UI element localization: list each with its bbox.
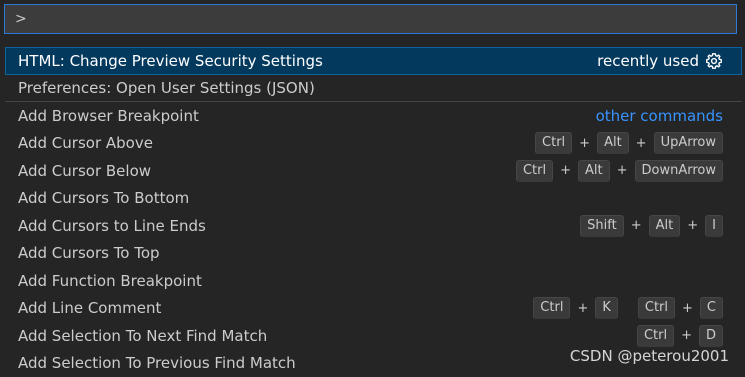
gear-icon[interactable] <box>705 52 723 70</box>
key-ctrl: Ctrl <box>535 132 572 154</box>
command-item-add-cursor-above[interactable]: Add Cursor Above Ctrl + Alt + UpArrow <box>5 130 742 158</box>
command-item-add-selection-next-find-match[interactable]: Add Selection To Next Find Match Ctrl + … <box>5 322 742 350</box>
key-alt: Alt <box>578 160 610 182</box>
key-ctrl: Ctrl <box>533 297 570 319</box>
key-ctrl: Ctrl <box>638 297 675 319</box>
key-i: I <box>705 215 723 237</box>
keybinding: Ctrl + Alt + UpArrow <box>535 132 729 154</box>
key-uparrow: UpArrow <box>654 132 723 154</box>
command-label: Add Selection To Next Find Match <box>18 327 267 345</box>
recently-used-label: recently used <box>597 52 699 70</box>
key-downarrow: DownArrow <box>635 160 724 182</box>
command-label: Add Cursor Above <box>18 134 153 152</box>
other-commands-label: other commands <box>596 107 723 125</box>
keybinding: Shift + Alt + I <box>580 215 729 237</box>
command-item-add-line-comment[interactable]: Add Line Comment Ctrl + K Ctrl + C <box>5 295 742 323</box>
key-d: D <box>699 325 723 347</box>
key-k: K <box>595 297 618 319</box>
command-item-add-cursor-below[interactable]: Add Cursor Below Ctrl + Alt + DownArrow <box>5 157 742 185</box>
command-label: Add Browser Breakpoint <box>18 107 199 125</box>
key-ctrl: Ctrl <box>637 325 674 347</box>
command-label: Add Cursors To Top <box>18 244 160 262</box>
command-item-add-cursors-to-line-ends[interactable]: Add Cursors to Line Ends Shift + Alt + I <box>5 212 742 240</box>
command-item-add-cursors-to-bottom[interactable]: Add Cursors To Bottom <box>5 185 742 213</box>
key-alt: Alt <box>597 132 629 154</box>
command-item-open-user-settings-json[interactable]: Preferences: Open User Settings (JSON) <box>5 75 742 103</box>
command-label: Add Cursors To Bottom <box>18 189 189 207</box>
command-palette: HTML: Change Preview Security Settings r… <box>0 0 745 373</box>
command-label: Preferences: Open User Settings (JSON) <box>18 79 315 97</box>
command-input[interactable] <box>5 5 736 33</box>
watermark: CSDN @peterou2001 <box>570 347 729 365</box>
command-label: HTML: Change Preview Security Settings <box>18 52 323 70</box>
keybinding: Ctrl + Alt + DownArrow <box>516 160 729 182</box>
command-item-add-function-breakpoint[interactable]: Add Function Breakpoint <box>5 267 742 295</box>
command-item-add-cursors-to-top[interactable]: Add Cursors To Top <box>5 240 742 268</box>
command-label: Add Cursors to Line Ends <box>18 217 206 235</box>
key-c: C <box>700 297 723 319</box>
key-ctrl: Ctrl <box>516 160 553 182</box>
command-list: HTML: Change Preview Security Settings r… <box>5 47 742 377</box>
command-label: Add Line Comment <box>18 299 161 317</box>
key-alt: Alt <box>649 215 681 237</box>
command-input-box[interactable] <box>4 4 737 34</box>
keybinding: Ctrl + D <box>637 325 729 347</box>
command-item-add-browser-breakpoint[interactable]: Add Browser Breakpoint other commands <box>5 102 742 130</box>
command-item-html-preview-security[interactable]: HTML: Change Preview Security Settings r… <box>5 47 742 75</box>
key-shift: Shift <box>580 215 624 237</box>
keybinding: Ctrl + K Ctrl + C <box>533 297 729 319</box>
command-label: Add Function Breakpoint <box>18 272 202 290</box>
command-label: Add Cursor Below <box>18 162 151 180</box>
command-label: Add Selection To Previous Find Match <box>18 354 296 372</box>
